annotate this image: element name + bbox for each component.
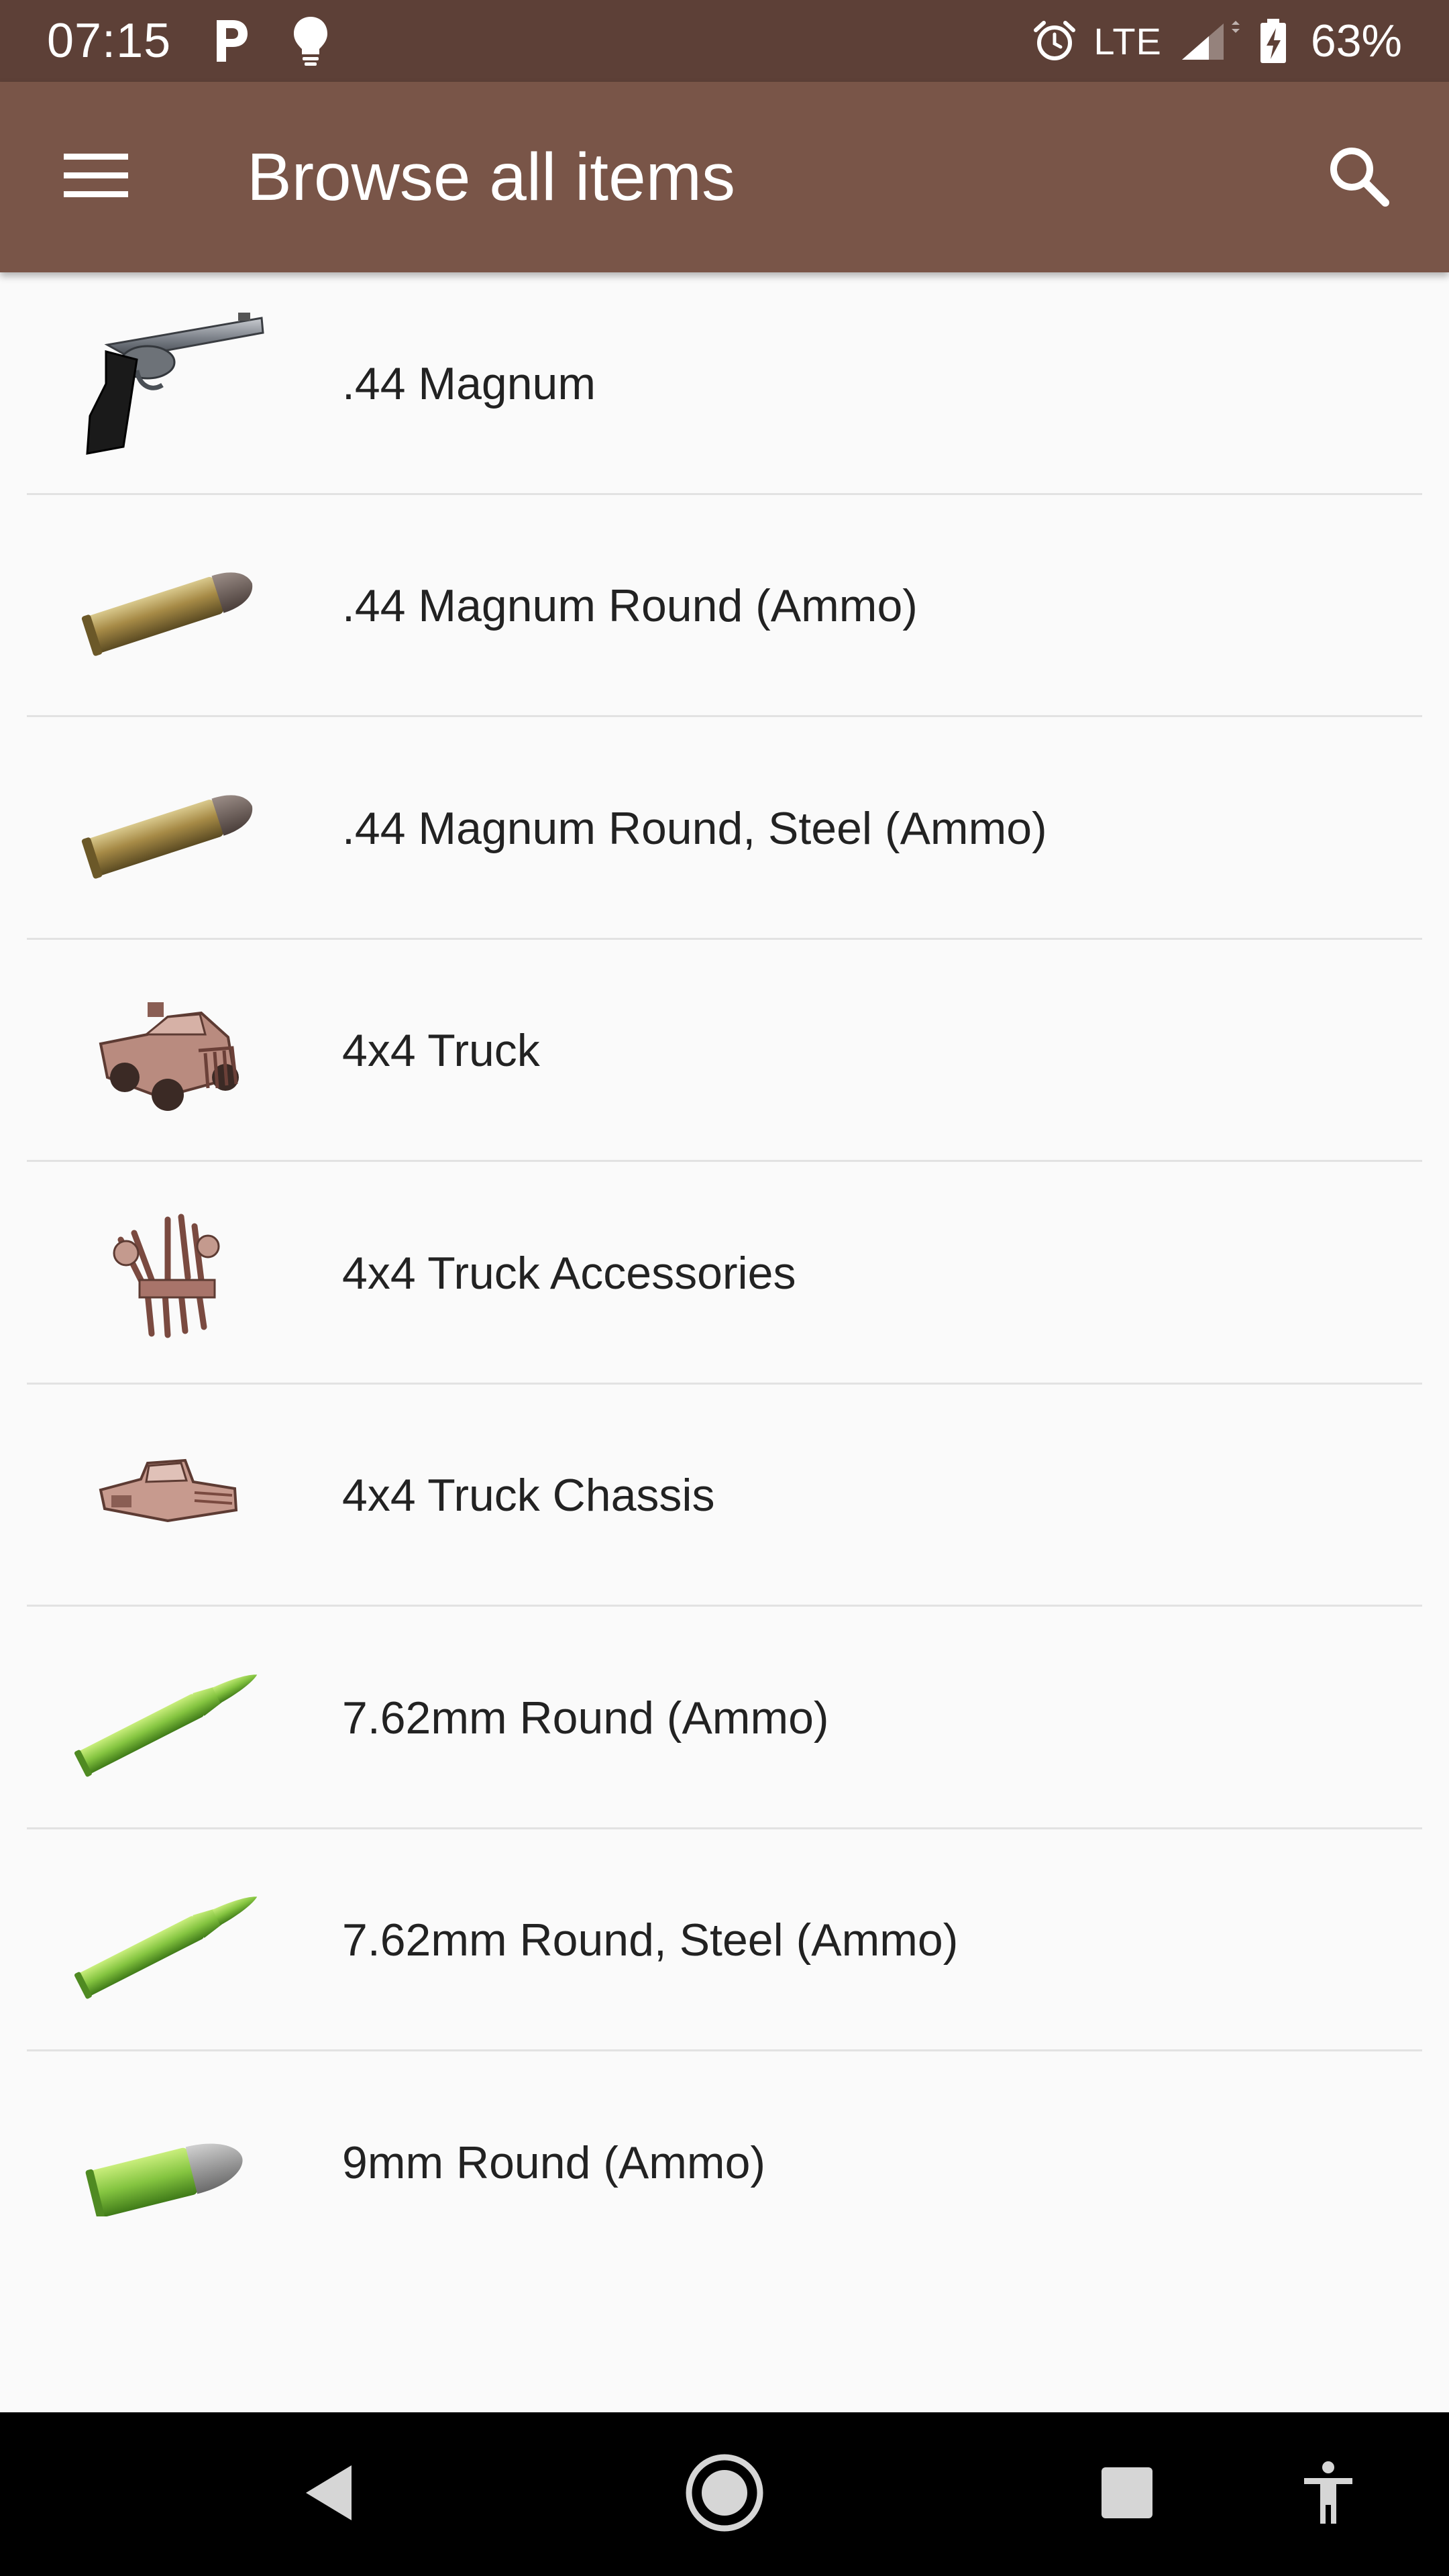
status-time: 07:15 [47, 14, 172, 68]
list-item[interactable]: 7.62mm Round (Ammo) [0, 1607, 1449, 1829]
lightbulb-icon [292, 15, 329, 66]
brass-bullet-icon [67, 748, 268, 909]
list-item[interactable]: 7.62mm Round, Steel (Ammo) [0, 1829, 1449, 2052]
item-list: .44 Magnum .44 Magnum Round (Ammo) .44 M… [0, 272, 1449, 2274]
pistol-bullet-icon [67, 2082, 268, 2243]
truck-chassis-icon [67, 1415, 268, 1576]
brass-bullet-icon [67, 525, 268, 686]
search-icon [1326, 144, 1391, 211]
item-label: 9mm Round (Ammo) [342, 2137, 766, 2188]
alarm-icon [1033, 19, 1076, 62]
list-item[interactable]: .44 Magnum Round, Steel (Ammo) [0, 717, 1449, 940]
item-label: .44 Magnum [342, 358, 596, 409]
navigation-bar [0, 2412, 1449, 2576]
item-label: 7.62mm Round, Steel (Ammo) [342, 1915, 959, 1966]
rifle-cartridge-icon [67, 1860, 268, 2021]
screen: 07:15 LTE 63% Browse all items .44 Magnu… [0, 0, 1449, 2576]
item-label: .44 Magnum Round, Steel (Ammo) [342, 802, 1047, 854]
status-bar: 07:15 LTE 63% [0, 0, 1449, 82]
item-label: .44 Magnum Round (Ammo) [342, 580, 918, 632]
home-icon [684, 2453, 765, 2536]
truck-icon [67, 970, 268, 1131]
parking-icon [213, 17, 250, 64]
app-bar: Browse all items [0, 82, 1449, 272]
rifle-cartridge-icon [67, 1638, 268, 1799]
home-button[interactable] [678, 2447, 771, 2541]
battery-percent: 63% [1310, 15, 1402, 66]
item-label: 7.62mm Round (Ammo) [342, 1692, 829, 1743]
menu-icon [64, 152, 128, 203]
list-item[interactable]: 4x4 Truck Accessories [0, 1162, 1449, 1385]
list-item[interactable]: 4x4 Truck Chassis [0, 1385, 1449, 1607]
network-type: LTE [1093, 19, 1162, 62]
item-label: 4x4 Truck Accessories [342, 1247, 796, 1299]
search-button[interactable] [1308, 127, 1409, 227]
item-label: 4x4 Truck Chassis [342, 1470, 715, 1521]
menu-button[interactable] [48, 129, 144, 225]
accessibility-button[interactable] [1281, 2447, 1375, 2541]
recents-button[interactable] [1080, 2447, 1174, 2541]
list-item[interactable]: .44 Magnum [0, 272, 1449, 495]
accessibility-icon [1301, 2461, 1355, 2528]
list-item[interactable]: 9mm Round (Ammo) [0, 2051, 1449, 2274]
truck-parts-icon [67, 1193, 268, 1354]
page-title: Browse all items [247, 139, 735, 215]
recents-icon [1100, 2466, 1154, 2523]
back-icon [302, 2463, 356, 2526]
list-item[interactable]: .44 Magnum Round (Ammo) [0, 495, 1449, 718]
item-label: 4x4 Truck [342, 1025, 540, 1077]
revolver-icon [67, 303, 268, 464]
back-button[interactable] [282, 2447, 376, 2541]
battery-charging-icon [1258, 17, 1288, 64]
list-item[interactable]: 4x4 Truck [0, 940, 1449, 1163]
signal-icon [1179, 19, 1241, 62]
